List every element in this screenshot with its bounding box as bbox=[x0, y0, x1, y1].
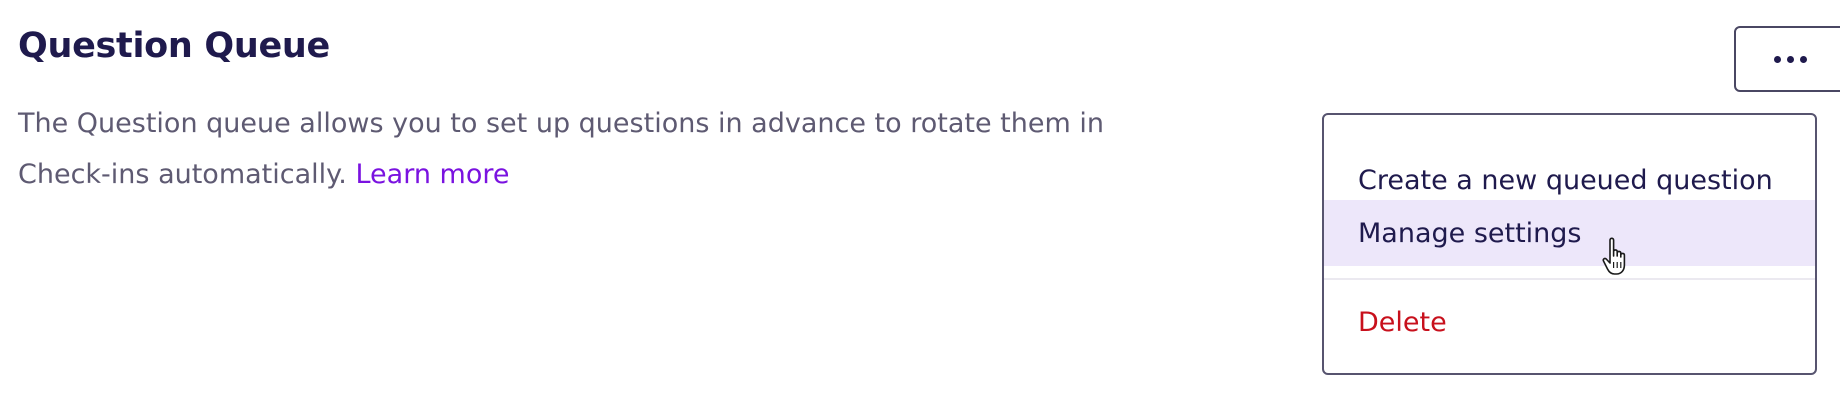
page-title: Question Queue bbox=[18, 26, 330, 66]
more-horizontal-icon bbox=[1773, 55, 1807, 63]
menu-item-label: Manage settings bbox=[1358, 217, 1582, 249]
description-text: The Question queue allows you to set up … bbox=[18, 108, 1104, 190]
menu-item-label: Create a new queued question bbox=[1358, 164, 1773, 196]
dot-shape bbox=[1786, 55, 1794, 63]
dot-shape bbox=[1799, 55, 1807, 63]
learn-more-link[interactable]: Learn more bbox=[355, 159, 509, 190]
more-options-button[interactable] bbox=[1734, 26, 1840, 92]
menu-item-delete[interactable]: Delete bbox=[1324, 289, 1815, 355]
section-description: The Question queue allows you to set up … bbox=[18, 98, 1198, 200]
menu-divider bbox=[1324, 278, 1815, 280]
dot-shape bbox=[1773, 55, 1781, 63]
menu-item-label: Delete bbox=[1358, 306, 1447, 338]
menu-item-manage-settings[interactable]: Manage settings bbox=[1324, 200, 1815, 266]
options-dropdown-menu: Create a new queued question Manage sett… bbox=[1322, 113, 1817, 375]
